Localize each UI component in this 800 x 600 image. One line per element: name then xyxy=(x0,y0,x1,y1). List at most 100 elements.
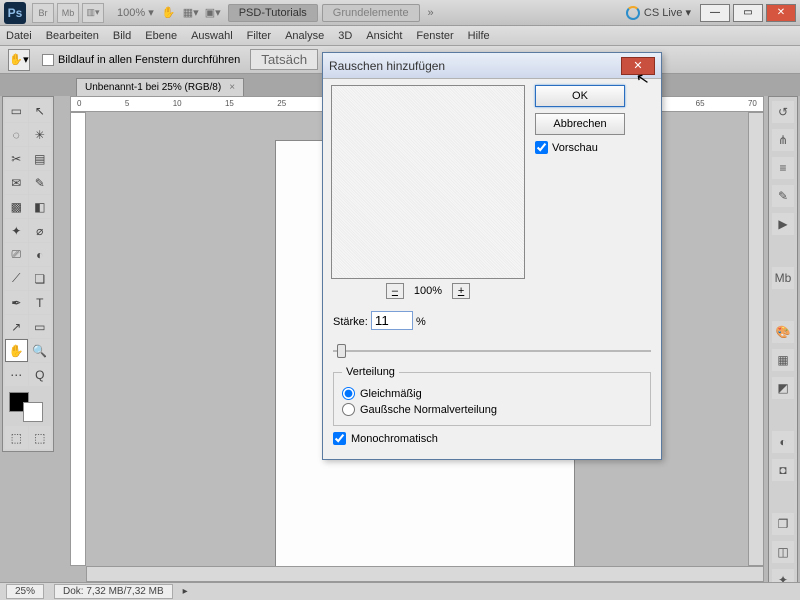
workspace-psd-tutorials[interactable]: PSD-Tutorials xyxy=(228,4,318,22)
cs-live-button[interactable]: CS Live ▾ xyxy=(626,6,691,20)
dialog-title-label: Rauschen hinzufügen xyxy=(329,59,445,73)
menu-hilfe[interactable]: Hilfe xyxy=(468,30,490,42)
distribution-uniform-radio[interactable] xyxy=(342,387,355,400)
screenmode-button[interactable]: ▥▾ xyxy=(82,3,104,23)
distribution-gaussian-radio[interactable] xyxy=(342,403,355,416)
document-tab[interactable]: Unbenannt-1 bei 25% (RGB/8) × xyxy=(76,78,244,96)
color-swatches[interactable] xyxy=(5,392,51,426)
tool-3d-camera[interactable]: Q xyxy=(29,363,52,386)
preview-checkbox[interactable] xyxy=(535,141,548,154)
tool-path[interactable]: ↗ xyxy=(5,315,28,338)
preview-zoom-in-button[interactable]: + xyxy=(452,283,470,299)
amount-slider[interactable] xyxy=(333,342,651,360)
document-tab-close-icon[interactable]: × xyxy=(229,82,235,93)
screenmode-toggle[interactable]: ⬚ xyxy=(29,426,52,449)
status-arrow-icon[interactable]: ▸ xyxy=(183,586,188,597)
tool-slice[interactable]: ▤ xyxy=(29,147,52,170)
panel-brush-icon[interactable]: ✎ xyxy=(772,185,794,207)
panel-masks-icon[interactable]: ◘ xyxy=(772,459,794,481)
background-color-swatch[interactable] xyxy=(23,402,43,422)
menu-fenster[interactable]: Fenster xyxy=(416,30,453,42)
scroll-all-label: Bildlauf in allen Fenstern durchführen xyxy=(58,54,240,66)
panel-actions-icon[interactable]: ⋔ xyxy=(772,129,794,151)
hand-icon[interactable]: ✋ xyxy=(160,4,178,22)
tool-pen[interactable]: ❏ xyxy=(29,267,52,290)
tool-eraser[interactable]: ⌀ xyxy=(29,219,52,242)
titlebar-zoom-dropdown[interactable]: 100% ▾ xyxy=(117,6,154,19)
scroll-all-checkbox[interactable] xyxy=(42,54,54,66)
panel-layers-icon[interactable]: ❐ xyxy=(772,513,794,535)
panel-history-icon[interactable]: ↺ xyxy=(772,101,794,123)
window-minimize-button[interactable]: — xyxy=(700,4,730,22)
quickmask-toggle[interactable]: ⬚ xyxy=(5,426,28,449)
tool-gradient[interactable]: ⎚ xyxy=(5,243,28,266)
menu-bearbeiten[interactable]: Bearbeiten xyxy=(46,30,99,42)
dialog-titlebar[interactable]: Rauschen hinzufügen ✕ xyxy=(323,53,661,79)
add-noise-dialog: Rauschen hinzufügen ✕ – 100% + OK Abbrec… xyxy=(322,52,662,460)
distribution-group: Verteilung Gleichmäßig Gaußsche Normalve… xyxy=(333,366,651,426)
window-close-button[interactable]: ✕ xyxy=(766,4,796,22)
preview-zoom-label: 100% xyxy=(414,285,442,297)
bridge-button[interactable]: Br xyxy=(32,3,54,23)
ruler-tick: 70 xyxy=(748,99,757,108)
panel-channels-icon[interactable]: ◫ xyxy=(772,541,794,563)
panel-styles-icon[interactable]: ◩ xyxy=(772,377,794,399)
preview-checkbox-row[interactable]: Vorschau xyxy=(535,141,653,154)
panel-properties-icon[interactable]: ≡ xyxy=(772,157,794,179)
menu-auswahl[interactable]: Auswahl xyxy=(191,30,233,42)
tool-3d-rotate[interactable]: ⋯ xyxy=(5,363,28,386)
panel-play-icon[interactable]: ▶ xyxy=(772,213,794,235)
tool-history-brush[interactable]: ✦ xyxy=(5,219,28,242)
monochromatic-checkbox[interactable] xyxy=(333,432,346,445)
tool-dodge[interactable]: ⟋ xyxy=(5,267,28,290)
screen-icon[interactable]: ▣▾ xyxy=(204,4,222,22)
cancel-button[interactable]: Abbrechen xyxy=(535,113,625,135)
panel-swatches-icon[interactable]: ▦ xyxy=(772,349,794,371)
distribution-gaussian-row[interactable]: Gaußsche Normalverteilung xyxy=(342,403,642,416)
tool-hand[interactable]: ✋ xyxy=(5,339,28,362)
options-actual-pixels-button[interactable]: Tatsäch xyxy=(250,49,318,70)
active-tool-hand-icon[interactable]: ✋▾ xyxy=(8,49,30,71)
tool-move[interactable]: ↖ xyxy=(29,99,52,122)
preview-zoom-out-button[interactable]: – xyxy=(386,283,404,299)
slider-thumb-icon[interactable] xyxy=(337,344,346,358)
monochromatic-row[interactable]: Monochromatisch xyxy=(333,432,651,445)
tool-crop[interactable]: ✂ xyxy=(5,147,28,170)
workspace-more-icon[interactable]: » xyxy=(422,4,440,22)
tool-blur[interactable]: ◐ xyxy=(29,243,52,266)
tool-wand[interactable]: ✳ xyxy=(29,123,52,146)
tool-type[interactable]: ✒ xyxy=(5,291,28,314)
minibridge-button[interactable]: Mb xyxy=(57,3,79,23)
menu-datei[interactable]: Datei xyxy=(6,30,32,42)
tool-eyedropper[interactable]: ✉ xyxy=(5,171,28,194)
tool-lasso[interactable]: ◌ xyxy=(5,123,28,146)
panel-minibridge-icon[interactable]: Mb xyxy=(772,267,794,289)
distribution-uniform-row[interactable]: Gleichmäßig xyxy=(342,387,642,400)
tool-zoom[interactable]: 🔍 xyxy=(29,339,52,362)
menu-bild[interactable]: Bild xyxy=(113,30,131,42)
tool-text[interactable]: T xyxy=(29,291,52,314)
status-doc-field[interactable]: Dok: 7,32 MB/7,32 MB xyxy=(54,584,173,599)
tool-stamp[interactable]: ◧ xyxy=(29,195,52,218)
scrollbar-vertical[interactable] xyxy=(748,112,764,566)
menu-ebene[interactable]: Ebene xyxy=(145,30,177,42)
menu-ansicht[interactable]: Ansicht xyxy=(366,30,402,42)
workspace-grundelemente[interactable]: Grundelemente xyxy=(322,4,420,22)
amount-input[interactable] xyxy=(371,311,413,330)
menu-filter[interactable]: Filter xyxy=(247,30,271,42)
menu-analyse[interactable]: Analyse xyxy=(285,30,324,42)
status-bar: 25% Dok: 7,32 MB/7,32 MB ▸ xyxy=(0,582,800,600)
menu-3d[interactable]: 3D xyxy=(338,30,352,42)
status-zoom-field[interactable]: 25% xyxy=(6,584,44,599)
arrange-icon[interactable]: ▦▾ xyxy=(182,4,200,22)
panel-adjustments-icon[interactable]: ◐ xyxy=(772,431,794,453)
tool-heal[interactable]: ✎ xyxy=(29,171,52,194)
panel-color-icon[interactable]: 🎨 xyxy=(772,321,794,343)
tool-shape[interactable]: ▭ xyxy=(29,315,52,338)
window-maximize-button[interactable]: ▭ xyxy=(733,4,763,22)
ok-button[interactable]: OK xyxy=(535,85,625,107)
scrollbar-horizontal[interactable] xyxy=(86,566,764,582)
tool-marquee[interactable]: ▭ xyxy=(5,99,28,122)
noise-preview[interactable] xyxy=(331,85,525,279)
tool-brush[interactable]: ▩ xyxy=(5,195,28,218)
